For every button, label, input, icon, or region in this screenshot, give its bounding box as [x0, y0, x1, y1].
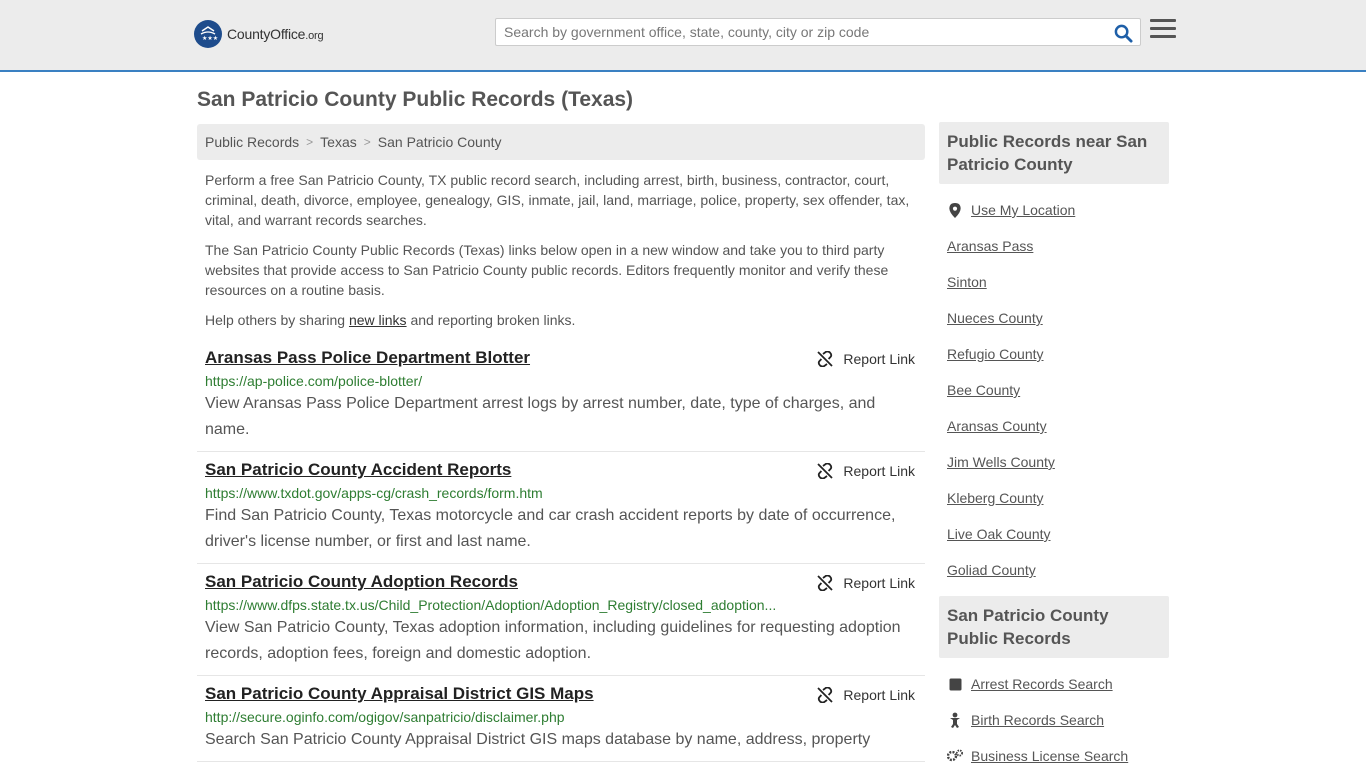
use-my-location-link[interactable]: Use My Location — [971, 202, 1075, 218]
record-url[interactable]: https://ap-police.com/police-blotter/ — [205, 373, 785, 389]
record-title-link[interactable]: San Patricio County Adoption Records — [205, 572, 518, 592]
report-link-label: Report Link — [843, 463, 915, 479]
broken-link-icon — [817, 351, 834, 367]
report-link-button[interactable]: Report Link — [817, 687, 915, 703]
broken-link-icon — [817, 575, 834, 591]
business-license-link[interactable]: Business License Search — [971, 748, 1128, 764]
record-description: Search San Patricio County Appraisal Dis… — [205, 731, 871, 748]
nearby-heading: Public Records near San Patricio County — [939, 122, 1169, 184]
record-title-link[interactable]: San Patricio County Accident Reports — [205, 460, 511, 480]
site-logo[interactable]: ★★★ CountyOffice.org — [194, 20, 324, 48]
nearby-item: Bee County — [947, 372, 1161, 408]
main-content: Public Records > Texas > San Patricio Co… — [197, 124, 925, 762]
report-link-label: Report Link — [843, 687, 915, 703]
record-description: View San Patricio County, Texas adoption… — [205, 619, 901, 662]
nearby-item: Aransas County — [947, 408, 1161, 444]
report-link-button[interactable]: Report Link — [817, 575, 915, 591]
nearby-item: Sinton — [947, 264, 1161, 300]
intro-text: Perform a free San Patricio County, TX p… — [197, 160, 925, 330]
search-input[interactable] — [496, 19, 1096, 45]
record-url[interactable]: https://www.txdot.gov/apps-cg/crash_reco… — [205, 485, 785, 501]
nearby-item: Refugio County — [947, 336, 1161, 372]
record-item: San Patricio County Adoption Records Rep… — [197, 564, 925, 676]
breadcrumb-texas[interactable]: Texas — [320, 134, 357, 150]
record-description: View Aransas Pass Police Department arre… — [205, 395, 876, 438]
nearby-link-aransas-pass[interactable]: Aransas Pass — [947, 238, 1033, 254]
nearby-link-aransas-county[interactable]: Aransas County — [947, 418, 1047, 434]
nearby-list: Use My Location Aransas Pass Sinton Nuec… — [939, 184, 1169, 594]
record-url[interactable]: https://www.dfps.state.tx.us/Child_Prote… — [205, 597, 785, 613]
nearby-item: Nueces County — [947, 300, 1161, 336]
square-icon — [947, 678, 963, 691]
search-button[interactable] — [1112, 22, 1134, 44]
gears-icon — [947, 749, 963, 763]
hamburger-menu-icon[interactable] — [1150, 19, 1176, 43]
record-item: San Patricio County Appraisal District G… — [197, 676, 925, 762]
record-description: Find San Patricio County, Texas motorcyc… — [205, 507, 896, 550]
use-location-item: Use My Location — [947, 192, 1161, 228]
breadcrumb-separator-icon: > — [363, 135, 371, 149]
nearby-link-jim-wells-county[interactable]: Jim Wells County — [947, 454, 1055, 470]
broken-link-icon — [817, 687, 834, 703]
county-records-item: Arrest Records Search — [947, 666, 1161, 702]
record-item: Aransas Pass Police Department Blotter R… — [197, 340, 925, 452]
breadcrumb-san-patricio-county[interactable]: San Patricio County — [378, 134, 502, 150]
breadcrumb: Public Records > Texas > San Patricio Co… — [197, 124, 925, 160]
logo-domain: .org — [305, 30, 324, 42]
county-records-list: Arrest Records Search Birth Records Sear… — [939, 658, 1169, 780]
county-records-item: Business License Search — [947, 738, 1161, 774]
report-link-button[interactable]: Report Link — [817, 463, 915, 479]
nearby-item: Aransas Pass — [947, 228, 1161, 264]
search-box — [495, 18, 1141, 46]
nearby-item: Live Oak County — [947, 516, 1161, 552]
report-link-label: Report Link — [843, 351, 915, 367]
arrest-records-link[interactable]: Arrest Records Search — [971, 676, 1113, 692]
sidebar: Public Records near San Patricio County … — [939, 122, 1169, 780]
logo-main: CountyOffice — [227, 26, 306, 42]
search-icon — [1114, 24, 1133, 43]
county-records-heading: San Patricio County Public Records — [939, 596, 1169, 658]
page-title: San Patricio County Public Records (Texa… — [197, 88, 634, 111]
record-url[interactable]: http://secure.oginfo.com/ogigov/sanpatri… — [205, 709, 785, 725]
nearby-link-goliad-county[interactable]: Goliad County — [947, 562, 1036, 578]
record-title-link[interactable]: San Patricio County Appraisal District G… — [205, 684, 594, 704]
birth-records-link[interactable]: Birth Records Search — [971, 712, 1104, 728]
new-links-link[interactable]: new links — [349, 312, 407, 328]
baby-icon — [947, 712, 963, 728]
record-title-link[interactable]: Aransas Pass Police Department Blotter — [205, 348, 530, 368]
report-link-label: Report Link — [843, 575, 915, 591]
nearby-link-bee-county[interactable]: Bee County — [947, 382, 1020, 398]
breadcrumb-separator-icon: > — [306, 135, 314, 149]
nearby-link-nueces-county[interactable]: Nueces County — [947, 310, 1043, 326]
intro-p3-after: and reporting broken links. — [406, 312, 576, 328]
logo-seal-icon: ★★★ — [194, 20, 222, 48]
map-marker-icon — [947, 202, 963, 218]
intro-paragraph-2: The San Patricio County Public Records (… — [205, 242, 889, 298]
intro-paragraph-1: Perform a free San Patricio County, TX p… — [205, 172, 910, 228]
nearby-item: Goliad County — [947, 552, 1161, 588]
broken-link-icon — [817, 463, 834, 479]
nearby-item: Kleberg County — [947, 480, 1161, 516]
logo-text: CountyOffice.org — [227, 26, 324, 42]
nearby-link-live-oak-county[interactable]: Live Oak County — [947, 526, 1051, 542]
site-header: ★★★ CountyOffice.org — [0, 0, 1366, 72]
svg-text:★★★: ★★★ — [202, 35, 218, 42]
county-records-item: Birth Records Search — [947, 702, 1161, 738]
report-link-button[interactable]: Report Link — [817, 351, 915, 367]
nearby-link-kleberg-county[interactable]: Kleberg County — [947, 490, 1044, 506]
nearby-link-sinton[interactable]: Sinton — [947, 274, 987, 290]
nearby-link-refugio-county[interactable]: Refugio County — [947, 346, 1044, 362]
intro-p3-before: Help others by sharing — [205, 312, 349, 328]
intro-paragraph-3: Help others by sharing new links and rep… — [205, 310, 917, 330]
nearby-item: Jim Wells County — [947, 444, 1161, 480]
record-item: San Patricio County Accident Reports Rep… — [197, 452, 925, 564]
breadcrumb-public-records[interactable]: Public Records — [205, 134, 299, 150]
